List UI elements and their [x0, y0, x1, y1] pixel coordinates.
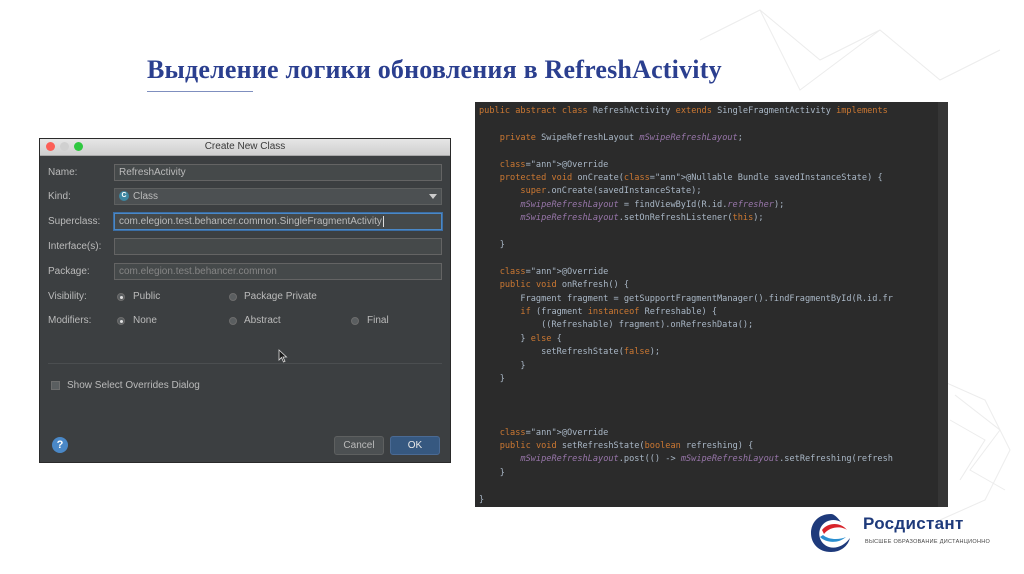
interfaces-label: Interface(s): [48, 241, 102, 252]
modifier-none-radio[interactable] [117, 317, 125, 325]
divider [48, 363, 442, 364]
superclass-value: com.elegion.test.behancer.common.SingleF… [119, 216, 382, 228]
logo-name: Росдистант [863, 514, 964, 533]
code-line: private SwipeRefreshLayout mSwipeRefresh… [499, 132, 743, 143]
visibility-package-private-label[interactable]: Package Private [244, 291, 317, 302]
package-field[interactable]: com.elegion.test.behancer.common [114, 263, 442, 280]
show-overrides-checkbox[interactable] [51, 381, 60, 390]
chevron-down-icon [429, 194, 437, 199]
code-line: } [479, 360, 526, 371]
code-line: mSwipeRefreshLayout.post(() -> mSwipeRef… [520, 454, 893, 465]
slide-title: Выделение логики обновления в RefreshAct… [147, 55, 722, 84]
dialog-titlebar: Create New Class [40, 139, 450, 156]
title-underline [147, 91, 253, 92]
code-line: class="ann">@Override [499, 427, 609, 438]
superclass-field[interactable]: com.elegion.test.behancer.common.SingleF… [114, 213, 442, 230]
mouse-pointer-icon [278, 349, 288, 363]
modifier-none-label[interactable]: None [133, 315, 157, 326]
code-line: super.onCreate(savedInstanceState); [520, 186, 702, 197]
code-line: ((Refreshable) fragment).onRefreshData()… [479, 320, 754, 331]
create-new-class-dialog: Create New Class Name: RefreshActivity K… [39, 138, 451, 463]
superclass-label: Superclass: [48, 216, 101, 227]
kind-label: Kind: [48, 191, 71, 202]
code-line: } [479, 467, 505, 478]
code-line: public abstract class RefreshActivity ex… [479, 106, 888, 116]
package-label: Package: [48, 266, 90, 277]
interfaces-field[interactable] [114, 238, 442, 255]
code-line: } else { [479, 333, 562, 344]
help-button[interactable]: ? [52, 437, 68, 453]
editor-scrollbar[interactable] [938, 102, 948, 507]
class-icon: C [119, 191, 129, 202]
code-line: if (fragment instanceof Refreshable) { [520, 307, 718, 317]
text-caret [382, 216, 384, 227]
modifier-final-label[interactable]: Final [367, 315, 389, 326]
show-overrides-label[interactable]: Show Select Overrides Dialog [67, 380, 200, 391]
code-line: Fragment fragment = getSupportFragmentMa… [479, 293, 893, 304]
cancel-button[interactable]: Cancel [334, 436, 384, 455]
code-line: mSwipeRefreshLayout = findViewById(R.id.… [520, 199, 785, 210]
code-line: class="ann">@Override [499, 266, 609, 277]
modifier-abstract-radio[interactable] [229, 317, 237, 325]
code-line: public void onRefresh() { [499, 280, 630, 291]
code-line: mSwipeRefreshLayout.setOnRefreshListener… [520, 213, 764, 224]
code-line: public void setRefreshState(boolean refr… [499, 441, 754, 451]
ok-button[interactable]: OK [390, 436, 440, 455]
code-editor[interactable]: public abstract class RefreshActivity ex… [475, 102, 948, 507]
code-line: setRefreshState(false); [479, 347, 661, 358]
logo-tagline: ВЫСШЕЕ ОБРАЗОВАНИЕ ДИСТАНЦИОННО [865, 539, 991, 545]
name-label: Name: [48, 167, 78, 178]
code-line: } [479, 494, 485, 505]
code-line: } [479, 374, 505, 384]
dialog-title: Create New Class [204, 141, 286, 152]
rosdistant-logo-icon [811, 514, 850, 552]
code-line: } [479, 240, 505, 250]
kind-value: Class [133, 191, 159, 202]
visibility-package-private-radio[interactable] [229, 293, 237, 301]
modifier-abstract-label[interactable]: Abstract [244, 315, 281, 326]
modifiers-label: Modifiers: [48, 315, 92, 326]
kind-select[interactable]: C Class [114, 188, 442, 205]
code-line: class="ann">@Override [499, 159, 609, 170]
modifier-final-radio[interactable] [351, 317, 359, 325]
code-line: protected void onCreate(class="ann">@Nul… [499, 173, 883, 183]
visibility-label: Visibility: [48, 291, 87, 302]
name-field[interactable]: RefreshActivity [114, 164, 442, 181]
visibility-public-radio[interactable] [117, 293, 125, 301]
visibility-public-label[interactable]: Public [133, 291, 160, 302]
